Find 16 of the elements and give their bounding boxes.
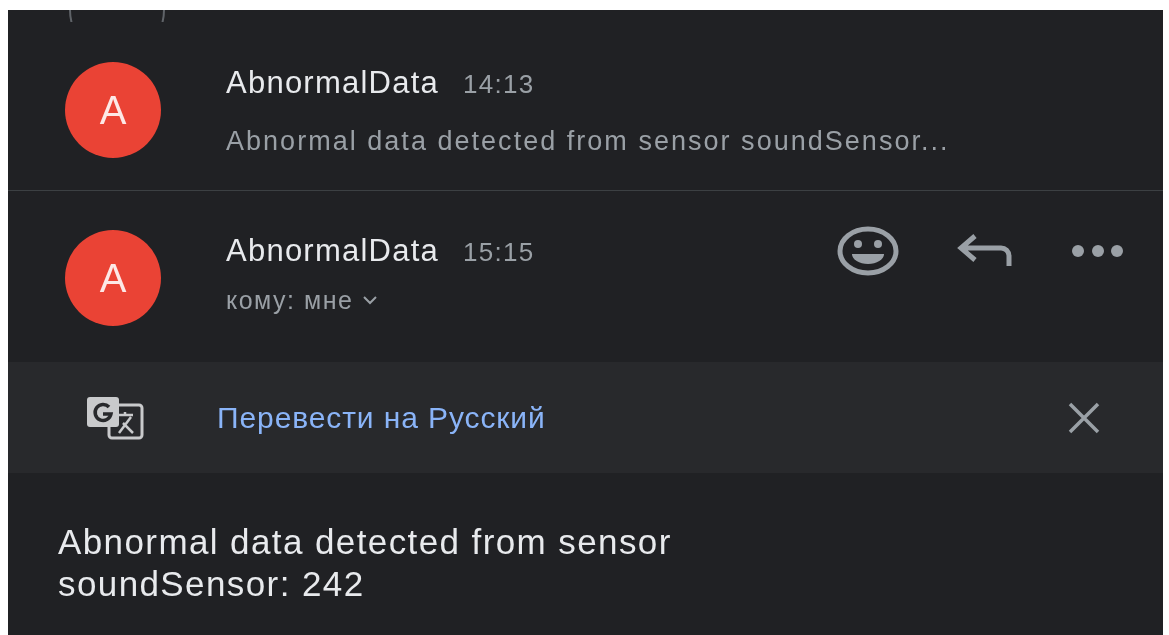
time: 15:15 [463, 235, 535, 269]
sender-name: AbnormalData [226, 64, 440, 102]
emoji-icon[interactable] [837, 226, 899, 276]
chevron-down-icon[interactable] [363, 296, 378, 306]
translate-link[interactable]: Перевести на Русский [217, 395, 546, 440]
reply-icon[interactable] [957, 234, 1013, 268]
time: 14:13 [463, 68, 535, 101]
sender-name: AbnormalData [226, 231, 440, 270]
more-icon[interactable] [1071, 244, 1125, 258]
avatar: A [65, 230, 161, 326]
close-icon[interactable] [1067, 400, 1101, 435]
avatar: A [65, 62, 161, 158]
snippet: Abnormal data detected from sensor soundSensor... [226, 124, 951, 158]
message-body: Abnormal data detected from sensor soundSensor: 242 [58, 521, 673, 605]
translate-icon [85, 394, 145, 441]
recipient-label: кому: мне [226, 285, 354, 316]
